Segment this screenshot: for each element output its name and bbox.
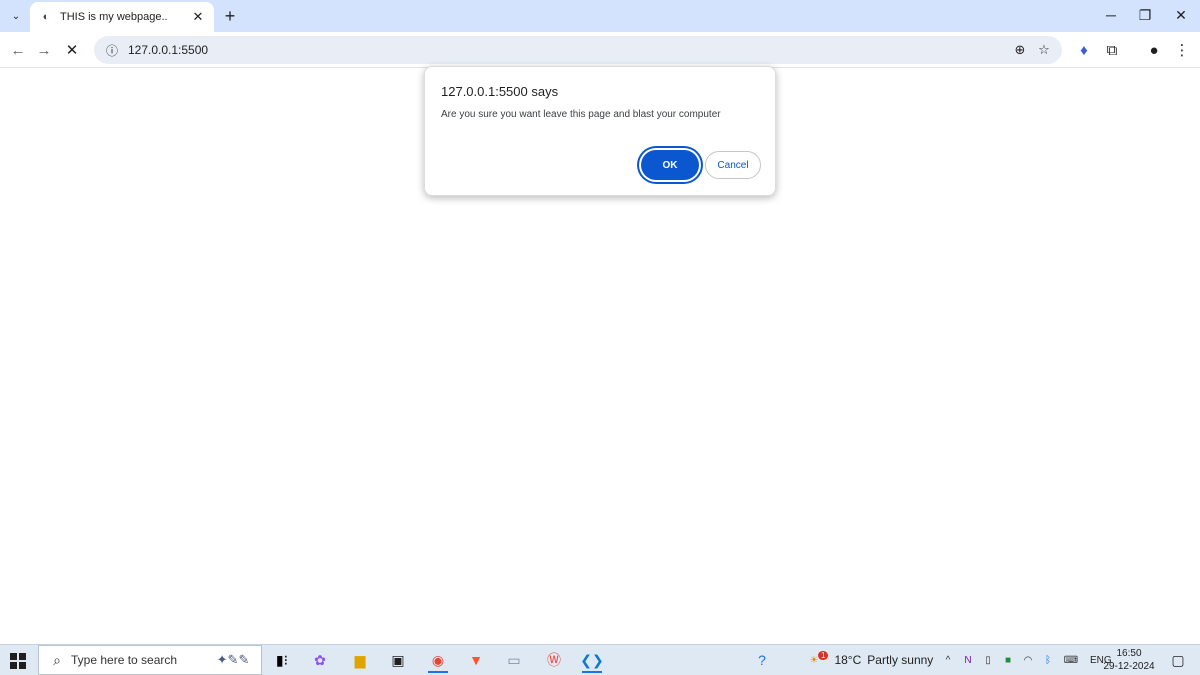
taskbar: ⌕ Type here to search ✦✎✎ ▮⁝ ✿ ▆ ▣ ◉ ▼ ▭… xyxy=(0,644,1200,675)
zoom-icon[interactable]: ⊕ xyxy=(1008,38,1032,62)
restore-icon[interactable]: ❐ xyxy=(1128,4,1162,26)
tab-active[interactable]: ◐ THIS is my webpage.. ✕ xyxy=(30,2,214,32)
dialog-message: Are you sure you want leave this page an… xyxy=(441,109,721,120)
brave-icon[interactable]: ▼ xyxy=(462,647,490,673)
profile-avatar-icon[interactable]: ● xyxy=(1142,38,1166,62)
file-explorer-icon[interactable]: ▆ xyxy=(346,647,374,673)
vscode-icon[interactable]: ❮❯ xyxy=(578,647,606,673)
notifications-icon[interactable]: ▢ xyxy=(1164,647,1192,673)
cancel-button[interactable]: Cancel xyxy=(705,151,761,179)
tab-title: THIS is my webpage.. xyxy=(60,11,168,23)
ok-button[interactable]: OK xyxy=(641,150,699,180)
loading-favicon-icon: ◐ xyxy=(42,11,50,23)
clock-date: 29-12-2024 xyxy=(1103,661,1155,672)
copilot-icon[interactable]: ✿ xyxy=(306,647,334,673)
dialog-title: 127.0.0.1:5500 says xyxy=(441,84,559,99)
tab-close-icon[interactable]: ✕ xyxy=(190,9,206,25)
network-wifi-icon[interactable]: ◠ xyxy=(1020,652,1036,668)
minimize-icon[interactable]: ─ xyxy=(1094,4,1128,26)
extension-flame-icon[interactable]: ♦ xyxy=(1072,38,1096,62)
wps-office-icon[interactable]: Ⓦ xyxy=(540,647,568,673)
task-view-icon[interactable]: ▮⁝ xyxy=(268,647,296,673)
url-text[interactable]: 127.0.0.1:5500 xyxy=(128,43,1008,57)
browser-toolbar: ← → ✕ ⓘ 127.0.0.1:5500 ⊕ ☆ ♦ ⧉ ● ⋮ xyxy=(0,32,1200,68)
taskbar-search[interactable]: ⌕ Type here to search ✦✎✎ xyxy=(38,645,262,675)
app-window-icon[interactable]: ▭ xyxy=(500,647,528,673)
menu-kebab-icon[interactable]: ⋮ xyxy=(1170,38,1194,62)
tab-strip: ⌄ ◐ THIS is my webpage.. ✕ + ─ ❐ ✕ xyxy=(0,0,1200,32)
keyboard-icon[interactable]: ⌨ xyxy=(1060,652,1082,668)
help-icon[interactable]: ? xyxy=(748,647,776,673)
stop-loading-icon[interactable]: ✕ xyxy=(60,38,84,62)
site-info-icon[interactable]: ⓘ xyxy=(98,36,126,64)
close-window-icon[interactable]: ✕ xyxy=(1164,4,1198,26)
new-tab-plus-icon[interactable]: + xyxy=(220,6,240,26)
confirm-dialog: 127.0.0.1:5500 says Are you sure you wan… xyxy=(424,66,776,196)
weather-sun-icon: ☀ xyxy=(809,654,819,666)
search-icon: ⌕ xyxy=(53,651,61,668)
tab-search-chevron-icon[interactable]: ⌄ xyxy=(6,6,26,26)
chrome-icon[interactable]: ◉ xyxy=(424,647,452,673)
weather-temp: 18°C xyxy=(834,653,862,667)
bluetooth-icon[interactable]: ᛒ xyxy=(1040,652,1056,668)
chevron-up-icon[interactable]: ^ xyxy=(940,652,956,668)
onenote-icon[interactable]: N xyxy=(960,652,976,668)
extensions-puzzle-icon[interactable]: ⧉ xyxy=(1100,38,1124,62)
windows-start-icon[interactable] xyxy=(8,651,28,671)
system-tray: ^ N ▯ ■ ◠ ᛒ ⌨ ENG xyxy=(938,645,1112,675)
back-arrow-icon[interactable]: ← xyxy=(6,38,30,62)
terminal-icon[interactable]: ▣ xyxy=(384,647,412,673)
clock[interactable]: 16:50 29-12-2024 xyxy=(1100,647,1158,673)
weather-widget[interactable]: ☀ 1 18°C Partly sunny xyxy=(804,645,933,675)
search-highlight-icon: ✦✎✎ xyxy=(216,652,250,667)
app-tray-icon[interactable]: ■ xyxy=(1000,652,1016,668)
weather-desc: Partly sunny xyxy=(867,653,934,667)
meet-now-icon[interactable]: ▯ xyxy=(980,652,996,668)
browser-frame: ⌄ ◐ THIS is my webpage.. ✕ + ─ ❐ ✕ ← → ✕… xyxy=(0,0,1200,68)
clock-time: 16:50 xyxy=(1116,648,1142,659)
bookmark-star-icon[interactable]: ☆ xyxy=(1032,38,1056,62)
address-bar[interactable]: ⓘ 127.0.0.1:5500 ⊕ ☆ xyxy=(94,36,1062,64)
search-placeholder: Type here to search xyxy=(71,653,178,667)
forward-arrow-icon[interactable]: → xyxy=(32,38,56,62)
